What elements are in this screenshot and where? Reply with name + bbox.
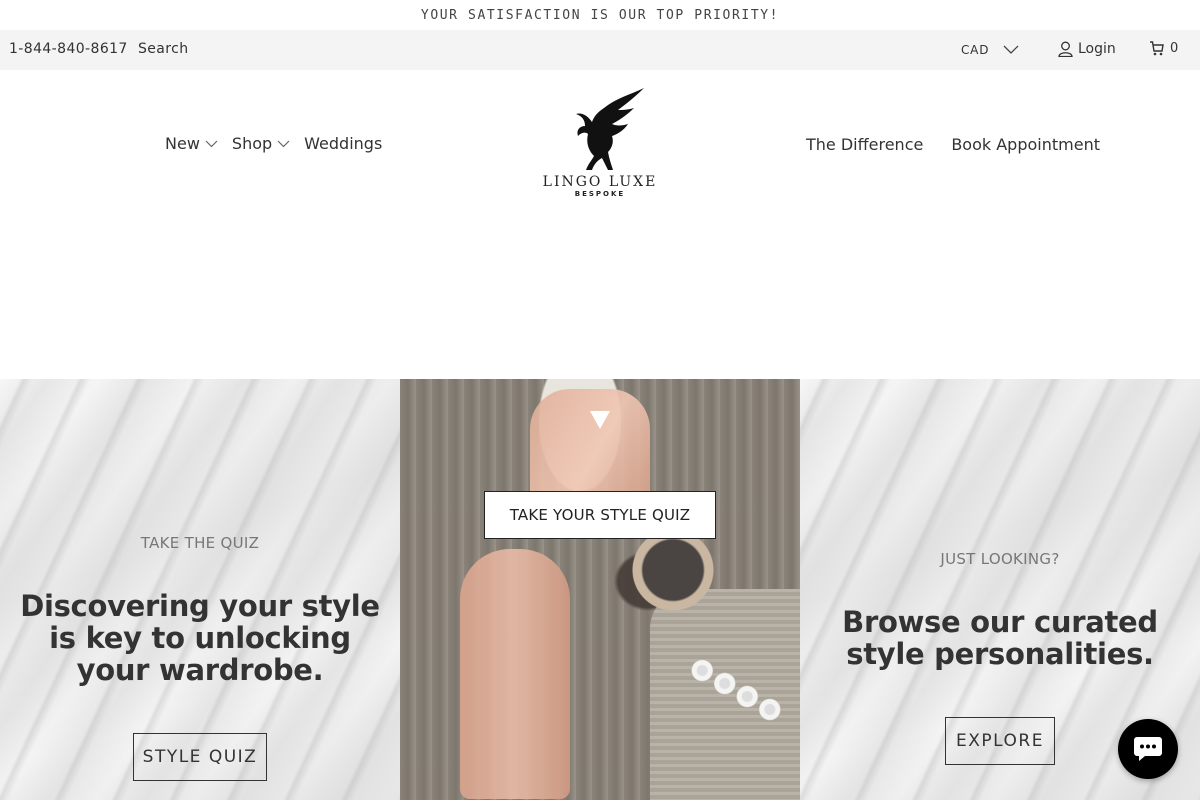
- explore-button[interactable]: EXPLORE: [945, 717, 1055, 765]
- promo-panel-quiz: TAKE THE QUIZ Discovering your style is …: [0, 379, 400, 800]
- nav-item-label: New: [165, 134, 200, 153]
- promo-kicker: TAKE THE QUIZ: [140, 534, 260, 552]
- site-logo[interactable]: LINGO LUXE BESPOKE: [540, 86, 660, 204]
- currency-value: CAD: [961, 43, 990, 57]
- button-label: TAKE YOUR STYLE QUIZ: [509, 506, 691, 524]
- currency-selector[interactable]: CAD: [961, 43, 1019, 57]
- search-link[interactable]: Search: [138, 41, 189, 57]
- nav-item-the-difference[interactable]: The Difference: [806, 135, 923, 154]
- nav-item-label: Shop: [231, 134, 273, 153]
- user-icon: [1058, 41, 1073, 57]
- login-label: Login: [1078, 41, 1116, 57]
- promo-panel-image: TAKE YOUR STYLE QUIZ: [400, 379, 800, 800]
- login-link[interactable]: Login: [1058, 41, 1116, 57]
- promo-headline: Browse our curated style personalities.: [842, 605, 1158, 671]
- logo-subtitle: BESPOKE: [574, 190, 626, 198]
- nav-item-label: Weddings: [304, 134, 383, 153]
- thumbs-up-hand-image: [460, 549, 570, 799]
- cart-icon: [1150, 41, 1164, 56]
- chevron-down-icon: [205, 140, 218, 147]
- utility-bar: 1-844-840-8617 Search CAD Login 0: [0, 30, 1200, 70]
- nav-item-new[interactable]: New: [165, 134, 218, 153]
- main-nav-left: New Shop Weddings: [165, 134, 382, 153]
- nav-item-weddings[interactable]: Weddings: [304, 134, 382, 153]
- promo-kicker: JUST LOOKING?: [940, 550, 1060, 568]
- announcement-bar: YOUR SATISFACTION IS OUR TOP PRIORITY!: [0, 0, 1200, 30]
- cart-count: 0: [1170, 41, 1179, 56]
- cart-link[interactable]: 0: [1149, 41, 1178, 56]
- nav-item-label: Book Appointment: [951, 135, 1100, 154]
- style-quiz-button[interactable]: STYLE QUIZ: [133, 733, 267, 781]
- chevron-down-icon: [1003, 45, 1019, 54]
- button-label: STYLE QUIZ: [142, 747, 258, 767]
- nav-item-shop[interactable]: Shop: [232, 134, 290, 153]
- promo-headline: Discovering your style is key to unlocki…: [20, 589, 380, 687]
- announcement-text: YOUR SATISFACTION IS OUR TOP PRIORITY!: [420, 7, 780, 23]
- nav-item-label: The Difference: [806, 135, 924, 154]
- nav-item-book-appointment[interactable]: Book Appointment: [951, 135, 1100, 154]
- chevron-down-icon: [277, 140, 290, 147]
- button-label: EXPLORE: [956, 731, 1044, 751]
- phone-link[interactable]: 1-844-840-8617: [9, 41, 128, 57]
- take-style-quiz-button[interactable]: TAKE YOUR STYLE QUIZ: [484, 491, 716, 539]
- chat-bubble-icon: [1134, 737, 1162, 761]
- chat-widget-button[interactable]: [1118, 719, 1178, 779]
- wristwatch-image: [632, 529, 714, 611]
- pegasus-icon: [576, 88, 644, 170]
- main-nav-right: The Difference Book Appointment: [806, 135, 1100, 154]
- logo-name: LINGO LUXE: [542, 174, 658, 190]
- triangle-marker-icon: [590, 411, 610, 429]
